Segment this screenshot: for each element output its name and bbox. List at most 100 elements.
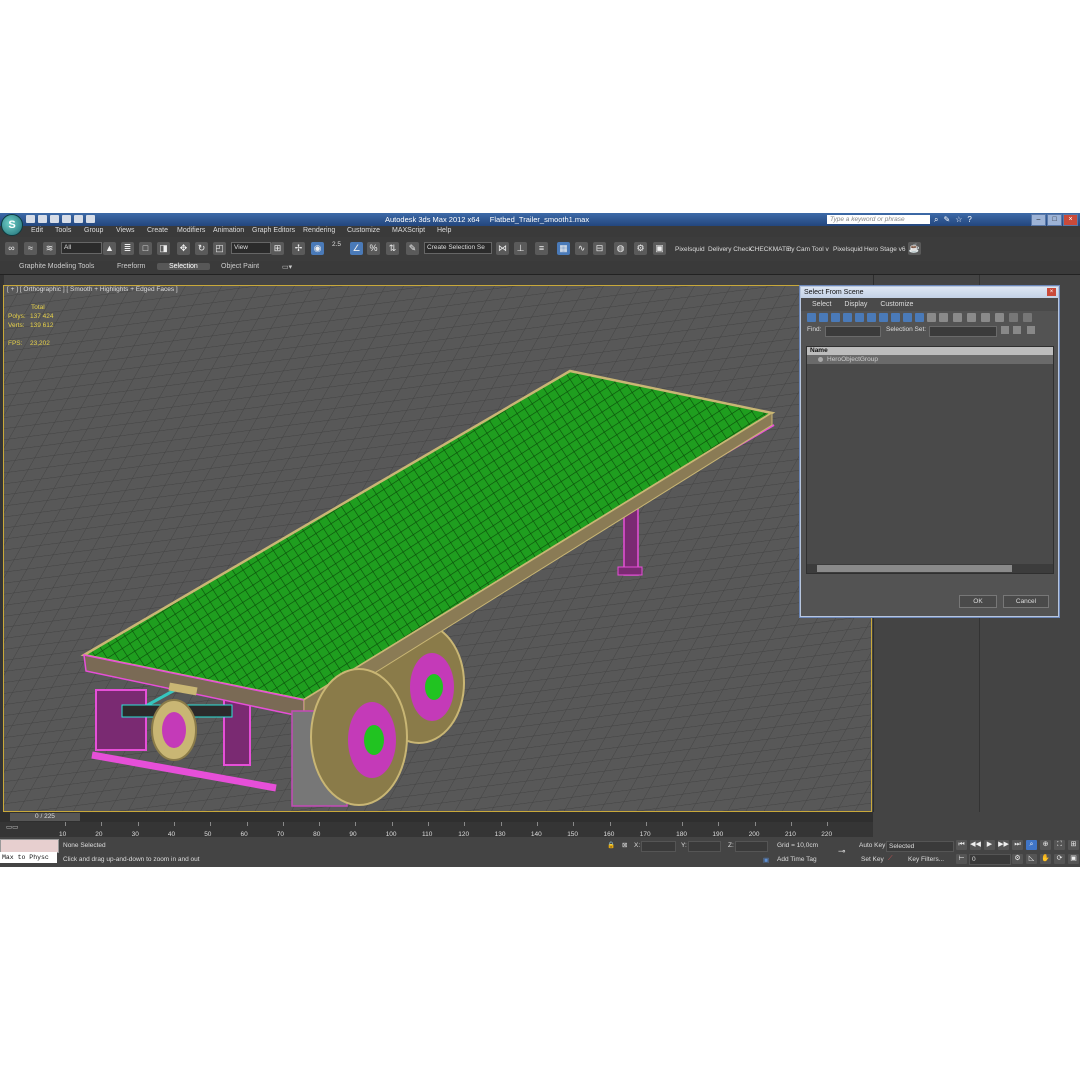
display-geometry-icon[interactable] <box>807 313 816 322</box>
display-bones-icon[interactable] <box>903 313 912 322</box>
key-mode-dropdown[interactable]: Selected <box>886 841 954 852</box>
communication-icon[interactable]: ✎ <box>943 215 950 225</box>
horizontal-scrollbar[interactable] <box>807 564 1053 573</box>
scene-object-list[interactable]: Name HeroObjectGroup <box>806 346 1054 574</box>
zoom-all-icon[interactable]: ⊕ <box>1040 840 1051 850</box>
tab-freeform[interactable]: Freeform <box>117 263 145 270</box>
auto-key-button[interactable]: Auto Key <box>859 842 885 849</box>
previous-frame-icon[interactable]: ◀◀ <box>970 840 981 850</box>
time-slider[interactable]: 0 / 225 <box>0 812 873 822</box>
select-object-icon[interactable]: ▲ <box>103 242 116 255</box>
zoom-extents-icon[interactable]: ⛶ <box>1054 840 1065 850</box>
rectangular-region-icon[interactable]: □ <box>139 242 152 255</box>
maxscript-listener-output[interactable]: Max to Physc <box>0 852 57 863</box>
zoom-icon[interactable]: ⌕ <box>1026 840 1037 850</box>
menu-customize[interactable]: Customize <box>347 227 380 234</box>
save-selection-set-icon[interactable] <box>1001 326 1009 334</box>
options-icon[interactable] <box>1023 313 1032 322</box>
time-tag-icon[interactable]: ▣ <box>763 856 769 864</box>
edit-selection-set-icon[interactable] <box>1027 326 1035 334</box>
reference-coordinate-dropdown[interactable]: View <box>231 242 271 254</box>
percent-snap-icon[interactable]: % <box>367 242 380 255</box>
app-logo-icon[interactable]: S <box>1 214 23 236</box>
default-in-out-tangents-icon[interactable]: ⟋ <box>888 855 893 863</box>
mini-curve-editor-icon[interactable]: ▭▭ <box>6 823 18 831</box>
viewport-label[interactable]: [ + ] [ Orthographic ] [ Smooth + Highli… <box>7 286 178 293</box>
dialog-menu-display[interactable]: Display <box>844 301 867 308</box>
go-to-end-icon[interactable]: ⏭ <box>1012 840 1023 850</box>
display-dependents-icon[interactable] <box>995 313 1004 322</box>
dialog-menu-customize[interactable]: Customize <box>880 301 913 308</box>
scrollbar-thumb[interactable] <box>817 565 1012 572</box>
menu-group[interactable]: Group <box>84 227 103 234</box>
maximize-icon[interactable]: □ <box>1047 214 1062 226</box>
display-shapes-icon[interactable] <box>819 313 828 322</box>
cancel-button[interactable]: Cancel <box>1003 595 1049 608</box>
menu-graph-editors[interactable]: Graph Editors <box>252 227 295 234</box>
save-file-icon[interactable] <box>50 215 59 223</box>
display-influences-icon[interactable] <box>981 313 990 322</box>
pivot-center-icon[interactable]: ⊞ <box>271 242 284 255</box>
find-input[interactable] <box>825 326 881 337</box>
scale-icon[interactable]: ◰ <box>213 242 226 255</box>
snap-toggle-value[interactable]: 2.5 <box>332 241 341 248</box>
delete-selection-set-icon[interactable] <box>1013 326 1021 334</box>
add-time-tag[interactable]: Add Time Tag <box>777 856 817 863</box>
tab-selection[interactable]: Selection <box>157 263 210 270</box>
plugin-cam-tool[interactable]: ity Cam Tool v <box>788 246 829 253</box>
x-coordinate-field[interactable] <box>641 841 676 852</box>
project-folder-icon[interactable] <box>86 215 95 223</box>
menu-help[interactable]: Help <box>437 227 451 234</box>
tab-object-paint[interactable]: Object Paint <box>221 263 259 270</box>
time-slider-thumb[interactable]: 0 / 225 <box>10 813 80 821</box>
render-setup-icon[interactable]: ⚙ <box>634 242 647 255</box>
bind-space-warp-icon[interactable]: ≋ <box>43 242 56 255</box>
favorites-icon[interactable]: ☆ <box>955 215 962 225</box>
menu-animation[interactable]: Animation <box>213 227 244 234</box>
named-selection-dropdown[interactable]: Create Selection Se <box>424 242 492 254</box>
window-crossing-icon[interactable]: ◨ <box>157 242 170 255</box>
name-column-header[interactable]: Name <box>807 347 1053 355</box>
spinner-snap-icon[interactable]: ⇅ <box>386 242 399 255</box>
move-icon[interactable]: ✥ <box>177 242 190 255</box>
menu-edit[interactable]: Edit <box>31 227 43 234</box>
align-icon[interactable]: ⊥ <box>514 242 527 255</box>
select-by-name-icon[interactable]: ≣ <box>121 242 134 255</box>
zoom-extents-all-icon[interactable]: ⊞ <box>1068 840 1079 850</box>
display-groups-icon[interactable] <box>879 313 888 322</box>
unlink-icon[interactable]: ≈ <box>24 242 37 255</box>
play-icon[interactable]: ▶ <box>984 840 995 850</box>
keyboard-shortcut-override-icon[interactable]: ◉ <box>311 242 324 255</box>
undo-icon[interactable] <box>62 215 71 223</box>
tab-graphite-modeling-tools[interactable]: Graphite Modeling Tools <box>19 263 94 270</box>
minimize-icon[interactable]: – <box>1031 214 1046 226</box>
next-frame-icon[interactable]: ▶▶ <box>998 840 1009 850</box>
time-configuration-icon[interactable]: ⚙ <box>1012 854 1023 864</box>
pan-view-icon[interactable]: ✋ <box>1040 854 1051 864</box>
key-mode-toggle-icon[interactable]: ⊢ <box>956 854 967 864</box>
open-file-icon[interactable] <box>38 215 47 223</box>
help-icon[interactable]: ? <box>967 215 971 225</box>
display-space-warps-icon[interactable] <box>867 313 876 322</box>
plugin-delivery-check[interactable]: Delivery Check <box>708 246 752 253</box>
selection-set-dropdown[interactable] <box>929 326 997 337</box>
teapot-icon[interactable]: ☕ <box>908 242 921 255</box>
ok-button[interactable]: OK <box>959 595 997 608</box>
menu-tools[interactable]: Tools <box>55 227 71 234</box>
angle-snap-icon[interactable]: ∠ <box>350 242 363 255</box>
display-all-icon[interactable] <box>927 313 936 322</box>
link-icon[interactable]: ∞ <box>5 242 18 255</box>
lock-selection-icon[interactable]: 🔒 <box>607 841 615 849</box>
graphite-toggle-icon[interactable]: ▦ <box>557 242 570 255</box>
new-file-icon[interactable] <box>26 215 35 223</box>
search-icon[interactable]: ⌕ <box>934 215 938 225</box>
set-key-button[interactable]: Set Key <box>861 856 884 863</box>
layer-manager-icon[interactable]: ≡ <box>535 242 548 255</box>
menu-views[interactable]: Views <box>116 227 135 234</box>
maximize-viewport-icon[interactable]: ▣ <box>1068 854 1079 864</box>
selection-filter-dropdown[interactable]: All <box>61 242 102 254</box>
ribbon-options-icon[interactable]: ▭▾ <box>282 263 292 271</box>
curve-editor-icon[interactable]: ∿ <box>575 242 588 255</box>
rendered-frame-icon[interactable]: ▣ <box>653 242 666 255</box>
key-icon[interactable]: ⊸ <box>838 846 846 857</box>
